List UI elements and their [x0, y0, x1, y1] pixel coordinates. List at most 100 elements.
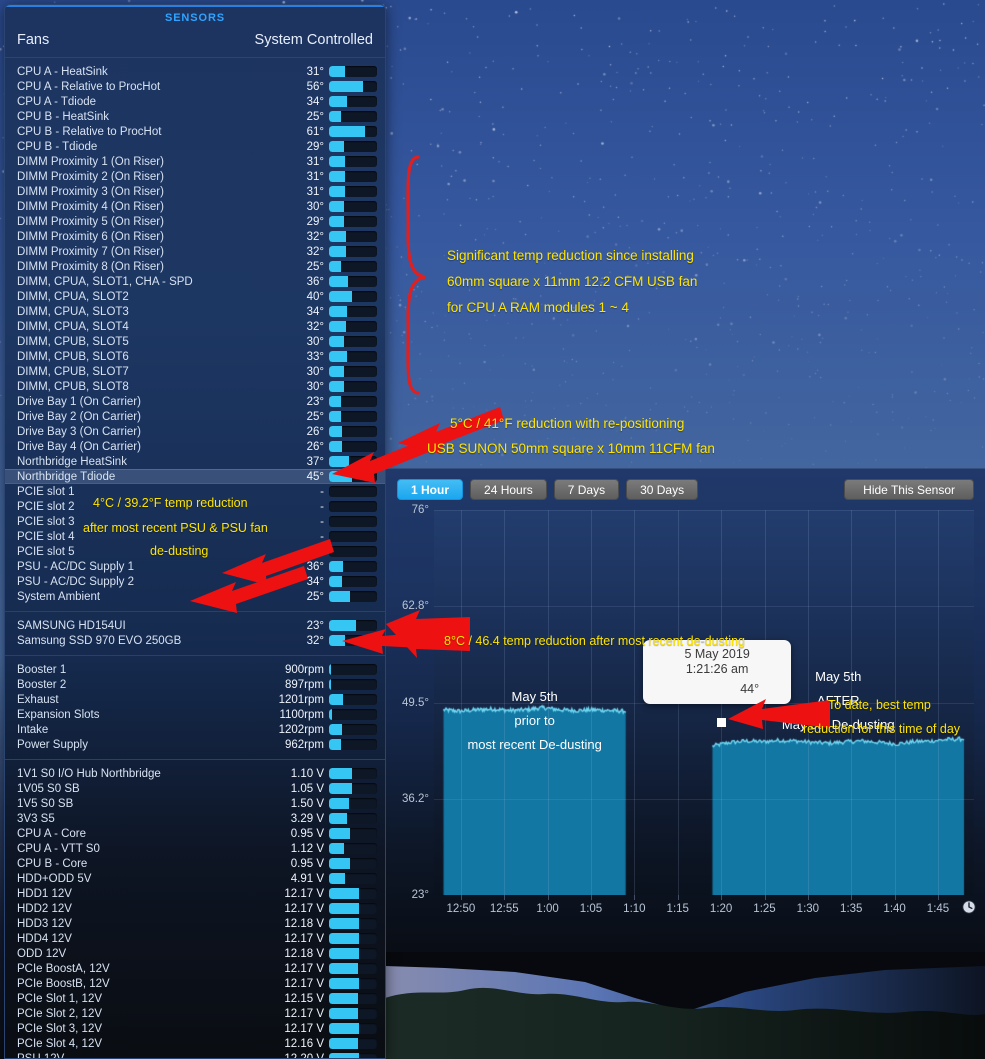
sensor-row[interactable]: DIMM, CPUB, SLOT6 33°	[5, 349, 385, 364]
sensor-row[interactable]: ODD 12V 12.18 V	[5, 946, 385, 961]
sensor-value: 12.16 V	[284, 1037, 324, 1050]
sensor-row[interactable]: PCIe Slot 3, 12V 12.17 V	[5, 1021, 385, 1036]
sensor-row[interactable]: CPU A - Relative to ProcHot 56°	[5, 79, 385, 94]
sensor-row[interactable]: 1V1 S0 I/O Hub Northbridge 1.10 V	[5, 766, 385, 781]
sensor-row[interactable]: System Ambient 25°	[5, 589, 385, 604]
range-button-24-hours[interactable]: 24 Hours	[470, 479, 547, 500]
sensor-row[interactable]: 1V5 S0 SB 1.50 V	[5, 796, 385, 811]
sensor-label: System Ambient	[17, 590, 101, 603]
sensor-row[interactable]: 1V05 S0 SB 1.05 V	[5, 781, 385, 796]
y-tick-label: 76°	[411, 504, 429, 516]
sensor-level-bar	[329, 635, 377, 646]
sensor-row[interactable]: Booster 2 897rpm	[5, 677, 385, 692]
sensor-row[interactable]: DIMM, CPUA, SLOT2 40°	[5, 289, 385, 304]
sensor-row[interactable]: CPU A - Core 0.95 V	[5, 826, 385, 841]
sensor-label: HDD1 12V	[17, 887, 72, 900]
sensor-row[interactable]: Intake 1202rpm	[5, 722, 385, 737]
sensor-row[interactable]: Booster 1 900rpm	[5, 662, 385, 677]
sensor-value: 12.17 V	[284, 932, 324, 945]
sensor-row[interactable]: PCIe BoostB, 12V 12.17 V	[5, 976, 385, 991]
sensor-row[interactable]: PSU - AC/DC Supply 2 34°	[5, 574, 385, 589]
range-button-1-hour[interactable]: 1 Hour	[397, 479, 464, 500]
sensor-row[interactable]: DIMM Proximity 6 (On Riser) 32°	[5, 229, 385, 244]
sensor-row[interactable]: PSU 12V 12.20 V	[5, 1051, 385, 1058]
sensor-label: DIMM, CPUB, SLOT8	[17, 380, 129, 393]
hide-this-sensor-button[interactable]: Hide This Sensor	[844, 479, 974, 500]
sensor-row[interactable]: DIMM, CPUB, SLOT5 30°	[5, 334, 385, 349]
sensor-label: 1V1 S0 I/O Hub Northbridge	[17, 767, 161, 780]
sensor-value: 31°	[306, 170, 324, 183]
sensor-label: Drive Bay 4 (On Carrier)	[17, 440, 141, 453]
sensor-level-bar	[329, 918, 377, 929]
sensor-row[interactable]: Samsung SSD 970 EVO 250GB 32°	[5, 633, 385, 648]
sensor-row[interactable]: Northbridge HeatSink 37°	[5, 454, 385, 469]
sensor-row[interactable]: HDD1 12V 12.17 V	[5, 886, 385, 901]
sensor-row[interactable]: Drive Bay 1 (On Carrier) 23°	[5, 394, 385, 409]
sensor-value: 30°	[306, 335, 324, 348]
sensor-row[interactable]: DIMM, CPUA, SLOT3 34°	[5, 304, 385, 319]
sensor-value: 3.29 V	[290, 812, 324, 825]
sensor-value: 32°	[306, 245, 324, 258]
chart-tooltip: 5 May 2019 1:21:26 am 44°	[643, 640, 792, 705]
sensor-label: HDD2 12V	[17, 902, 72, 915]
sensor-row[interactable]: DIMM Proximity 1 (On Riser) 31°	[5, 154, 385, 169]
sensor-row[interactable]: PCIe Slot 2, 12V 12.17 V	[5, 1006, 385, 1021]
sensor-group-fans: Booster 1 900rpm Booster 2 897rpm Exhaust 120…	[5, 656, 385, 760]
sensor-row[interactable]: CPU A - Tdiode 34°	[5, 94, 385, 109]
sensor-row[interactable]: PCIe Slot 1, 12V 12.15 V	[5, 991, 385, 1006]
sensor-level-bar	[329, 679, 377, 690]
sensor-row[interactable]: PSU - AC/DC Supply 1 36°	[5, 559, 385, 574]
annotation-psu-line-1: 4°C / 39.2°F temp reduction	[93, 496, 248, 510]
sensor-row[interactable]: PCIe BoostA, 12V 12.17 V	[5, 961, 385, 976]
sensor-row[interactable]: PCIe Slot 4, 12V 12.16 V	[5, 1036, 385, 1051]
sensor-value: 12.17 V	[284, 1022, 324, 1035]
sensor-level-bar	[329, 66, 377, 77]
sensor-row[interactable]: Northbridge Tdiode 45°	[5, 469, 385, 484]
sensor-row[interactable]: CPU A - HeatSink 31°	[5, 64, 385, 79]
sensor-row[interactable]: DIMM Proximity 4 (On Riser) 30°	[5, 199, 385, 214]
sensor-row[interactable]: Power Supply 962rpm	[5, 737, 385, 752]
sensor-row[interactable]: 3V3 S5 3.29 V	[5, 811, 385, 826]
sensor-level-bar	[329, 501, 377, 512]
sensor-value: 33°	[306, 350, 324, 363]
sensor-value: 31°	[306, 185, 324, 198]
sensor-row[interactable]: HDD+ODD 5V 4.91 V	[5, 871, 385, 886]
sensor-row[interactable]: DIMM, CPUA, SLOT4 32°	[5, 319, 385, 334]
sensor-row[interactable]: DIMM Proximity 3 (On Riser) 31°	[5, 184, 385, 199]
sensor-row[interactable]: CPU A - VTT S0 1.12 V	[5, 841, 385, 856]
sensor-value: 32°	[306, 320, 324, 333]
sensor-row[interactable]: Expansion Slots 1100rpm	[5, 707, 385, 722]
sensor-level-bar	[329, 531, 377, 542]
sensor-row[interactable]: Drive Bay 4 (On Carrier) 26°	[5, 439, 385, 454]
tooltip-date: 5 May 2019	[684, 647, 750, 662]
sensor-row[interactable]: DIMM Proximity 5 (On Riser) 29°	[5, 214, 385, 229]
sensor-value: 32°	[306, 634, 324, 647]
clock-icon[interactable]	[962, 900, 976, 914]
sensor-label: DIMM, CPUB, SLOT5	[17, 335, 129, 348]
sensor-level-bar	[329, 96, 377, 107]
sensor-row[interactable]: CPU B - Core 0.95 V	[5, 856, 385, 871]
sensor-list[interactable]: CPU A - HeatSink 31° CPU A - Relative to P…	[5, 58, 385, 1058]
sensor-value: 36°	[306, 560, 324, 573]
sensor-row[interactable]: HDD4 12V 12.17 V	[5, 931, 385, 946]
sensor-row[interactable]: CPU B - HeatSink 25°	[5, 109, 385, 124]
sensor-row[interactable]: DIMM Proximity 8 (On Riser) 25°	[5, 259, 385, 274]
sensor-row[interactable]: DIMM, CPUB, SLOT8 30°	[5, 379, 385, 394]
sensor-label: DIMM Proximity 6 (On Riser)	[17, 230, 164, 243]
sensor-value: 1.10 V	[290, 767, 324, 780]
sensor-row[interactable]: SAMSUNG HD154UI 23°	[5, 618, 385, 633]
range-button-30-days[interactable]: 30 Days	[626, 479, 699, 500]
sensor-row[interactable]: Drive Bay 3 (On Carrier) 26°	[5, 424, 385, 439]
sensor-row[interactable]: Exhaust 1201rpm	[5, 692, 385, 707]
sensor-row[interactable]: DIMM, CPUA, SLOT1, CHA - SPD 36°	[5, 274, 385, 289]
x-tick-label: 12:50	[446, 903, 476, 915]
sensor-row[interactable]: CPU B - Tdiode 29°	[5, 139, 385, 154]
range-button-7-days[interactable]: 7 Days	[553, 479, 620, 500]
sensor-row[interactable]: HDD2 12V 12.17 V	[5, 901, 385, 916]
sensor-row[interactable]: DIMM Proximity 2 (On Riser) 31°	[5, 169, 385, 184]
sensor-row[interactable]: HDD3 12V 12.18 V	[5, 916, 385, 931]
sensor-row[interactable]: Drive Bay 2 (On Carrier) 25°	[5, 409, 385, 424]
sensor-row[interactable]: DIMM, CPUB, SLOT7 30°	[5, 364, 385, 379]
sensor-row[interactable]: CPU B - Relative to ProcHot 61°	[5, 124, 385, 139]
sensor-row[interactable]: DIMM Proximity 7 (On Riser) 32°	[5, 244, 385, 259]
